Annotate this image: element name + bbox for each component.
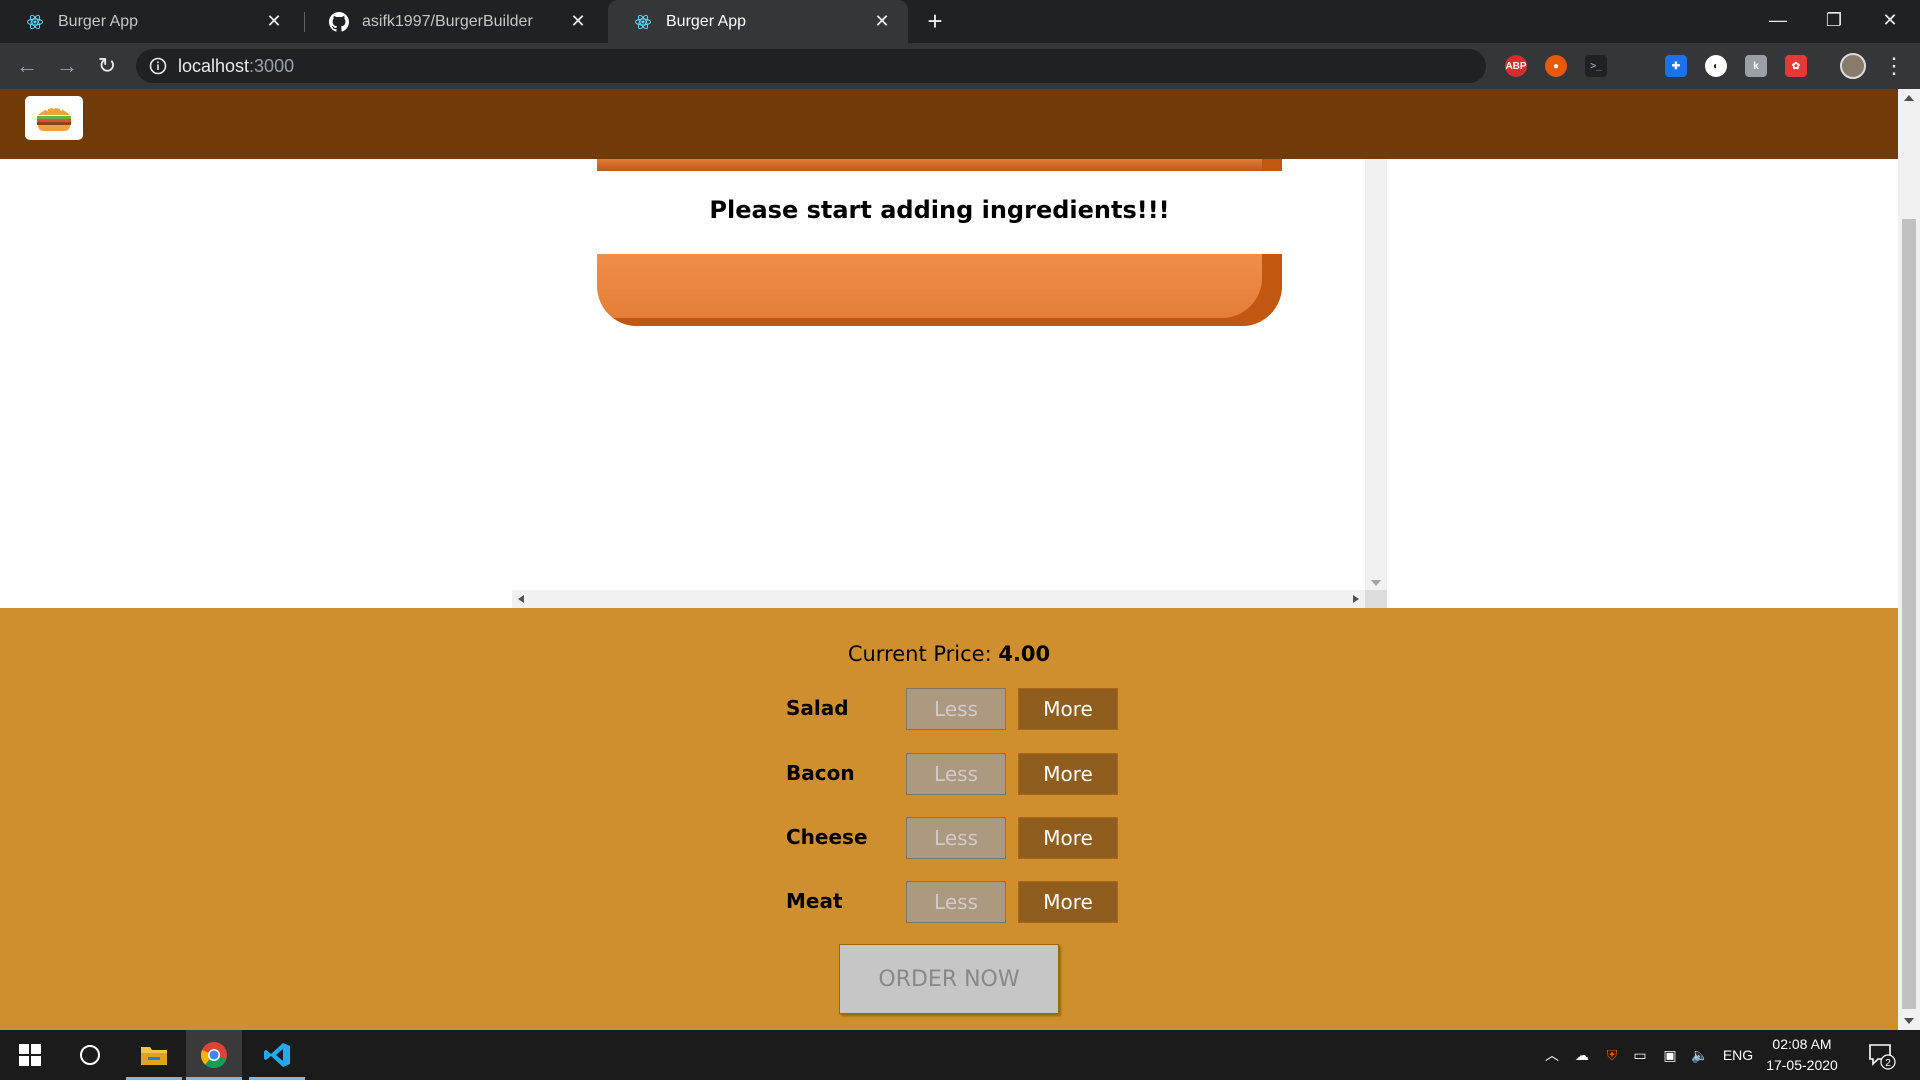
extension-icon[interactable]: ● [1545, 55, 1567, 77]
burger-horizontal-scrollbar[interactable] [512, 590, 1365, 608]
notification-count: 2 [1885, 1058, 1891, 1069]
security-icon[interactable]: ⛨ [1600, 1030, 1624, 1080]
browser-tab-strip: Burger App ✕ asifk1997/BurgerBuilder ✕ B… [0, 0, 1920, 43]
vscode-icon[interactable] [249, 1030, 305, 1080]
scroll-left-arrow[interactable] [518, 595, 524, 603]
ingredient-label: Salad [786, 696, 849, 720]
network-icon[interactable]: ▣ [1658, 1030, 1682, 1080]
url-text: localhost:3000 [178, 56, 294, 77]
close-icon[interactable]: ✕ [568, 11, 588, 32]
minimize-icon[interactable]: — [1750, 0, 1806, 40]
current-price: Current Price: 4.00 [0, 642, 1898, 666]
more-cheese-button[interactable]: More [1018, 817, 1118, 859]
order-now-button[interactable]: ORDER NOW [839, 944, 1059, 1014]
clock-time: 02:08 AM [1772, 1036, 1832, 1052]
ingredient-label: Bacon [786, 761, 855, 785]
profile-avatar[interactable] [1840, 53, 1866, 79]
github-icon [328, 11, 350, 33]
burger-icon [37, 107, 71, 131]
search-cortana-icon[interactable] [62, 1030, 118, 1080]
price-label: Current Price: [847, 642, 999, 666]
show-hidden-icons-chevron-icon[interactable]: ︿ [1540, 1030, 1564, 1080]
build-controls: Current Price: 4.00 Salad Less More Baco… [0, 608, 1898, 1030]
scrollbar-corner [1365, 590, 1387, 608]
volume-icon[interactable]: 🔈 [1688, 1030, 1712, 1080]
terminal-icon[interactable]: >_ [1585, 55, 1607, 77]
info-icon[interactable] [148, 56, 168, 76]
control-salad: Salad Less More [786, 688, 1126, 730]
close-icon[interactable]: ✕ [264, 11, 284, 32]
onedrive-cloud-icon[interactable]: ☁ [1570, 1030, 1594, 1080]
notification-center-icon[interactable]: 2 [1866, 1040, 1896, 1070]
new-tab-button[interactable]: + [920, 6, 950, 36]
control-cheese: Cheese Less More [786, 817, 1126, 859]
tab-title: asifk1997/BurgerBuilder [362, 12, 533, 30]
tab-burger-app-active[interactable]: Burger App ✕ [608, 0, 908, 43]
chrome-icon[interactable] [186, 1030, 242, 1080]
tab-title: Burger App [58, 12, 139, 30]
clock-date: 17-05-2020 [1766, 1057, 1838, 1073]
scroll-down-arrow[interactable] [1371, 580, 1381, 586]
burger-vertical-scrollbar[interactable] [1365, 159, 1387, 590]
page-vertical-scrollbar[interactable] [1898, 89, 1920, 1030]
close-window-icon[interactable]: ✕ [1862, 0, 1918, 40]
react-icon [24, 11, 46, 33]
scroll-right-arrow[interactable] [1353, 595, 1359, 603]
more-meat-button[interactable]: More [1018, 881, 1118, 923]
tab-title: Burger App [666, 12, 747, 30]
battery-icon[interactable]: ▭ [1628, 1030, 1652, 1080]
burger-logo[interactable] [25, 96, 83, 140]
burger-preview: Please start adding ingredients!!! [512, 159, 1387, 608]
bread-bottom [597, 254, 1282, 326]
file-explorer-icon[interactable] [126, 1030, 182, 1080]
windows-taskbar: ︿ ☁ ⛨ ▭ ▣ 🔈 ENG 02:08 AM 17-05-2020 2 [0, 1030, 1920, 1080]
scroll-up-arrow[interactable] [1904, 95, 1914, 101]
system-clock[interactable]: 02:08 AM 17-05-2020 [1762, 1034, 1842, 1076]
url-port: :3000 [249, 56, 295, 76]
tab-burger-app-1[interactable]: Burger App ✕ [0, 0, 300, 43]
less-meat-button[interactable]: Less [906, 881, 1006, 923]
extension-icon[interactable]: k [1745, 55, 1767, 77]
menu-kebab-icon[interactable]: ⋮ [1883, 51, 1905, 81]
control-meat: Meat Less More [786, 881, 1126, 923]
less-cheese-button[interactable]: Less [906, 817, 1006, 859]
adblock-plus-icon[interactable]: ABP [1505, 55, 1527, 77]
extension-icon[interactable]: ◐ [1705, 55, 1727, 77]
app-toolbar [0, 89, 1898, 159]
ingredient-label: Cheese [786, 825, 868, 849]
scrollbar-thumb[interactable] [1902, 219, 1916, 1009]
tab-github-burgerbuilder[interactable]: asifk1997/BurgerBuilder ✕ [304, 0, 604, 43]
close-icon[interactable]: ✕ [872, 11, 892, 32]
extension-icon[interactable]: ✿ [1785, 55, 1807, 77]
less-bacon-button[interactable]: Less [906, 753, 1006, 795]
restore-icon[interactable]: ❐ [1806, 0, 1862, 40]
react-icon [632, 11, 654, 33]
reload-icon[interactable]: ↻ [92, 51, 122, 81]
extension-icon[interactable]: ✚ [1665, 55, 1687, 77]
price-value: 4.00 [998, 642, 1051, 666]
back-icon[interactable]: ← [12, 51, 42, 81]
language-indicator[interactable]: ENG [1718, 1030, 1758, 1080]
more-salad-button[interactable]: More [1018, 688, 1118, 730]
control-bacon: Bacon Less More [786, 753, 1126, 795]
less-salad-button[interactable]: Less [906, 688, 1006, 730]
scroll-down-arrow[interactable] [1904, 1018, 1914, 1024]
page-viewport: Please start adding ingredients!!! Curre… [0, 89, 1920, 1030]
forward-icon[interactable]: → [52, 51, 82, 81]
more-bacon-button[interactable]: More [1018, 753, 1118, 795]
empty-burger-message: Please start adding ingredients!!! [709, 196, 1170, 224]
bread-top [597, 159, 1282, 171]
ingredient-label: Meat [786, 889, 843, 913]
url-host: localhost [178, 56, 250, 76]
start-windows-icon[interactable] [2, 1030, 58, 1080]
address-bar[interactable]: localhost:3000 ☆ [136, 49, 1608, 83]
browser-toolbar: ← → ↻ localhost:3000 ☆ ABP ● >_ ✚ ◐ k ✿ … [0, 43, 1920, 89]
